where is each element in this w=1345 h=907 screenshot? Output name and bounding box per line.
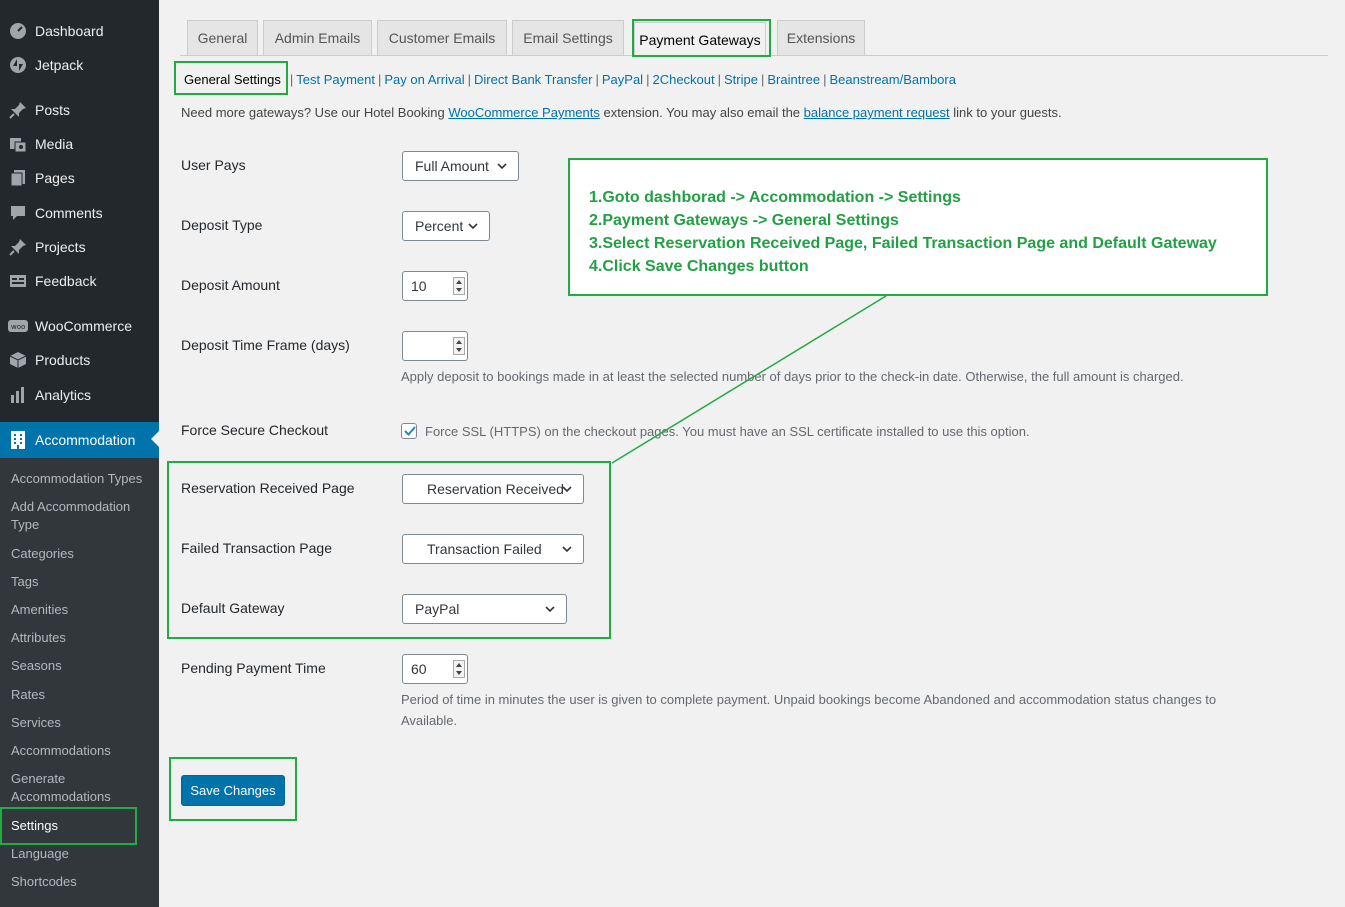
menu-item-products[interactable]: Products	[0, 343, 159, 377]
gateways-info-text: Need more gateways? Use our Hotel Bookin…	[181, 105, 1062, 120]
pin-icon	[8, 100, 28, 120]
submenu-seasons[interactable]: Seasons	[11, 657, 151, 675]
pages-gateway-highlight-box	[167, 461, 611, 639]
menu-item-projects[interactable]: Projects	[0, 230, 159, 264]
chevron-down-icon	[497, 163, 507, 170]
menu-label: Pages	[35, 170, 75, 186]
subnav-direct-bank-transfer[interactable]: Direct Bank Transfer	[474, 72, 593, 87]
box-icon	[8, 350, 28, 370]
force-secure-label: Force Secure Checkout	[181, 422, 329, 438]
pages-icon	[8, 168, 28, 188]
subnav-2checkout[interactable]: 2Checkout	[652, 72, 714, 87]
tab-general[interactable]: General	[187, 20, 258, 55]
menu-item-pages[interactable]: Pages	[0, 161, 159, 195]
admin-sidebar: Dashboard Jetpack Posts Media Pages Comm…	[0, 0, 159, 907]
menu-item-comments[interactable]: Comments	[0, 196, 159, 230]
submenu-language[interactable]: Language	[11, 845, 151, 863]
number-spinner[interactable]	[453, 277, 465, 295]
building-icon	[8, 430, 28, 450]
instruction-note-box: 1.Goto dashborad -> Accommodation -> Set…	[568, 158, 1268, 296]
user-pays-select[interactable]: Full Amount	[402, 151, 519, 181]
jetpack-icon	[8, 55, 28, 75]
comment-icon	[8, 203, 28, 223]
note-step-4: 4.Click Save Changes button	[589, 258, 809, 275]
general-settings-highlight-box	[174, 61, 288, 95]
pending-time-description: Period of time in minutes the user is gi…	[401, 692, 1217, 728]
deposit-type-select[interactable]: Percent	[402, 211, 490, 241]
menu-label: Comments	[35, 205, 103, 221]
subnav-paypal[interactable]: PayPal	[602, 72, 643, 87]
subnav-stripe[interactable]: Stripe	[724, 72, 758, 87]
number-spinner[interactable]	[453, 660, 465, 678]
menu-item-feedback[interactable]: Feedback	[0, 264, 159, 298]
gateway-subnav: General Settings | Test Payment | Pay on…	[178, 71, 956, 87]
submenu-services[interactable]: Services	[11, 714, 151, 732]
submenu-accommodations[interactable]: Accommodations	[11, 742, 151, 760]
submenu-amenities[interactable]: Amenities	[11, 601, 151, 619]
submenu-attributes[interactable]: Attributes	[11, 629, 151, 647]
menu-label: Feedback	[35, 273, 97, 289]
subnav-pay-on-arrival[interactable]: Pay on Arrival	[384, 72, 464, 87]
deposit-time-label: Deposit Time Frame (days)	[181, 337, 350, 353]
note-step-3: 3.Select Reservation Received Page, Fail…	[589, 235, 1217, 252]
submenu-accommodation-types[interactable]: Accommodation Types	[11, 470, 151, 488]
subnav-braintree[interactable]: Braintree	[767, 72, 820, 87]
menu-item-accommodation[interactable]: Accommodation	[0, 422, 159, 458]
menu-label: Products	[35, 352, 91, 368]
menu-label: Posts	[35, 102, 71, 118]
checkmark-icon	[404, 426, 416, 436]
menu-label: Jetpack	[35, 57, 84, 73]
chevron-down-icon	[468, 223, 478, 230]
feedback-icon	[8, 271, 28, 291]
tab-email-settings[interactable]: Email Settings	[512, 20, 624, 55]
menu-label: Accommodation	[35, 432, 136, 448]
menu-label: Dashboard	[35, 23, 104, 39]
menu-item-analytics[interactable]: Analytics	[0, 378, 159, 412]
menu-item-jetpack[interactable]: Jetpack	[0, 48, 159, 82]
pin-icon	[8, 237, 28, 257]
submenu-shortcodes[interactable]: Shortcodes	[11, 873, 151, 891]
settings-highlight-box	[0, 807, 137, 845]
menu-item-dashboard[interactable]: Dashboard	[0, 14, 159, 48]
media-icon	[8, 134, 28, 154]
menu-label: WooCommerce	[35, 318, 132, 334]
menu-label: Analytics	[35, 387, 92, 403]
menu-label: Projects	[35, 239, 86, 255]
submenu-tags[interactable]: Tags	[11, 573, 151, 591]
deposit-amount-input[interactable]: 10	[402, 271, 468, 301]
force-ssl-description: Force SSL (HTTPS) on the checkout pages.…	[425, 424, 1030, 439]
svg-text:woo: woo	[11, 323, 25, 331]
bar-chart-icon	[8, 385, 28, 405]
menu-item-woocommerce[interactable]: woo WooCommerce	[0, 309, 159, 343]
pending-time-label: Pending Payment Time	[181, 660, 326, 676]
deposit-time-input[interactable]	[402, 331, 468, 361]
deposit-time-description: Apply deposit to bookings made in at lea…	[401, 369, 1184, 384]
save-button-highlight-box	[169, 757, 297, 821]
submenu-rates[interactable]: Rates	[11, 686, 151, 704]
note-step-1: 1.Goto dashborad -> Accommodation -> Set…	[589, 189, 961, 206]
menu-item-posts[interactable]: Posts	[0, 93, 159, 127]
number-spinner[interactable]	[453, 337, 465, 355]
tab-customer-emails[interactable]: Customer Emails	[377, 20, 507, 55]
dashboard-icon	[8, 21, 28, 41]
user-pays-label: User Pays	[181, 157, 246, 173]
woocommerce-icon: woo	[8, 316, 28, 336]
menu-label: Media	[35, 136, 74, 152]
note-step-2: 2.Payment Gateways -> General Settings	[589, 212, 899, 229]
submenu-categories[interactable]: Categories	[11, 545, 151, 563]
tab-extensions[interactable]: Extensions	[777, 20, 865, 55]
balance-payment-request-link[interactable]: balance payment request	[804, 105, 950, 120]
tab-admin-emails[interactable]: Admin Emails	[263, 20, 372, 55]
pending-time-input[interactable]: 60	[402, 654, 468, 684]
subnav-beanstream[interactable]: Beanstream/Bambora	[830, 72, 956, 87]
woocommerce-payments-link[interactable]: WooCommerce Payments	[448, 105, 599, 120]
deposit-type-label: Deposit Type	[181, 217, 263, 233]
menu-item-media[interactable]: Media	[0, 127, 159, 161]
force-ssl-checkbox[interactable]	[401, 423, 417, 439]
submenu-add-accommodation-type[interactable]: Add Accommodation Type	[11, 498, 151, 534]
submenu-generate-accommodations[interactable]: Generate Accommodations	[11, 770, 151, 806]
deposit-amount-label: Deposit Amount	[181, 277, 280, 293]
subnav-test-payment[interactable]: Test Payment	[296, 72, 375, 87]
payment-gateways-highlight-box	[632, 19, 771, 57]
